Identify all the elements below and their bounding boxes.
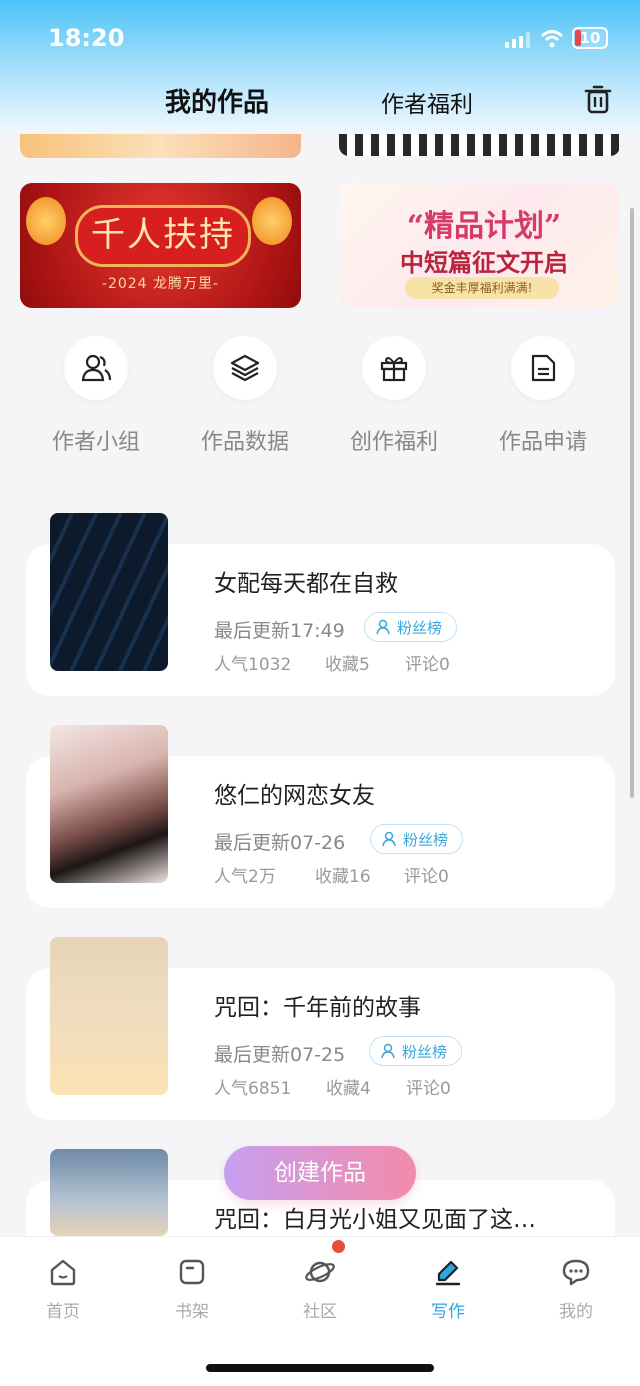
tab-community[interactable]: 社区 [280, 1257, 360, 1322]
create-work-button[interactable]: 创建作品 [224, 1146, 416, 1200]
fans-icon [381, 1043, 395, 1059]
work-title: 女配每天都在自救 [214, 571, 398, 597]
bookshelf-icon [179, 1259, 205, 1285]
fans-icon [382, 831, 396, 847]
top-header: 我的作品 作者福利 [0, 70, 640, 132]
planet-icon [305, 1261, 335, 1283]
home-icon [50, 1259, 76, 1286]
quick-label: 作品数据 [200, 430, 289, 455]
quick-label: 作品申请 [498, 430, 587, 455]
battery-indicator: 10 [572, 27, 608, 49]
banner-premium-plan[interactable]: “精品计划” 中短篇征文开启 奖金丰厚福利满满! [339, 183, 620, 308]
work-updated: 最后更新07-25 [214, 1044, 346, 1066]
fans-rank-button[interactable]: 粉丝榜 [364, 612, 458, 642]
work-favorites: 收藏5 [325, 655, 370, 675]
work-comments: 评论0 [404, 867, 449, 887]
tab-bookshelf[interactable]: 书架 [152, 1257, 232, 1322]
banner-premium-subtitle: 中短篇征文开启 [400, 248, 568, 277]
fans-rank-label: 粉丝榜 [397, 619, 443, 637]
banner-support-title: 千人扶持 [75, 205, 251, 267]
gift-icon [380, 357, 408, 382]
work-title: 悠仁的网恋女友 [214, 783, 375, 809]
fans-rank-label: 粉丝榜 [402, 1043, 448, 1061]
work-cover[interactable] [50, 725, 168, 883]
banner-partial-left[interactable] [20, 134, 301, 158]
work-favorites: 收藏16 [315, 867, 371, 887]
banner-partial-right[interactable] [339, 134, 620, 156]
chat-bubble-icon [562, 1259, 590, 1286]
work-title: 咒回：千年前的故事 [214, 995, 421, 1021]
quick-creation-welfare[interactable]: 创作福利 [334, 336, 454, 456]
scrollbar[interactable] [630, 208, 634, 798]
quick-author-group[interactable]: 作者小组 [36, 336, 156, 456]
banner-support-subtitle: -2024 龙腾万里- [101, 276, 220, 292]
work-cover[interactable] [50, 937, 168, 1095]
tab-mine[interactable]: 我的 [536, 1257, 616, 1322]
work-popularity: 人气1032 [214, 655, 292, 675]
tab-author-welfare[interactable]: 作者福利 [381, 85, 473, 119]
pen-icon [435, 1260, 461, 1286]
document-icon [531, 354, 556, 382]
quick-work-application[interactable]: 作品申请 [483, 336, 603, 456]
fans-rank-button[interactable]: 粉丝榜 [370, 824, 464, 854]
tab-label: 首页 [46, 1302, 80, 1322]
home-indicator[interactable] [206, 1364, 434, 1372]
tab-write[interactable]: 写作 [408, 1257, 488, 1322]
work-updated: 最后更新07-26 [214, 832, 346, 854]
fans-rank-label: 粉丝榜 [403, 831, 449, 849]
tab-label: 社区 [303, 1302, 337, 1322]
work-updated: 最后更新17:49 [214, 620, 345, 642]
tab-label: 我的 [559, 1302, 593, 1322]
work-cover[interactable] [50, 513, 168, 671]
tab-label: 书架 [175, 1302, 209, 1322]
work-comments: 评论0 [406, 1079, 451, 1099]
notification-dot [332, 1240, 345, 1253]
banner-support[interactable]: 千人扶持 -2024 龙腾万里- [20, 183, 301, 308]
work-popularity: 人气6851 [214, 1079, 292, 1099]
lantern-icon [26, 197, 66, 245]
status-time: 18:20 [48, 24, 125, 52]
status-bar: 18:20 10 [0, 0, 640, 70]
work-title: 咒回：白月光小姐又见面了这… [214, 1207, 536, 1233]
layers-icon [230, 354, 260, 382]
work-favorites: 收藏4 [326, 1079, 371, 1099]
work-cover[interactable] [50, 1149, 168, 1236]
tab-home[interactable]: 首页 [23, 1257, 103, 1322]
quick-label: 创作福利 [349, 430, 438, 455]
tab-label: 写作 [431, 1302, 465, 1322]
lantern-icon [252, 197, 292, 245]
work-popularity: 人气2万 [214, 867, 276, 887]
quick-work-data[interactable]: 作品数据 [185, 336, 305, 456]
fans-icon [376, 619, 390, 635]
tab-my-works[interactable]: 我的作品 [165, 82, 269, 119]
quick-label: 作者小组 [51, 430, 140, 455]
signal-icon [505, 32, 530, 48]
trash-icon[interactable] [584, 84, 612, 114]
fans-rank-button[interactable]: 粉丝榜 [369, 1036, 463, 1066]
banner-premium-title: “精品计划” [406, 209, 562, 244]
wifi-icon [541, 30, 563, 48]
work-comments: 评论0 [405, 655, 450, 675]
banner-premium-tag: 奖金丰厚福利满满! [405, 277, 559, 299]
people-icon [81, 354, 112, 382]
